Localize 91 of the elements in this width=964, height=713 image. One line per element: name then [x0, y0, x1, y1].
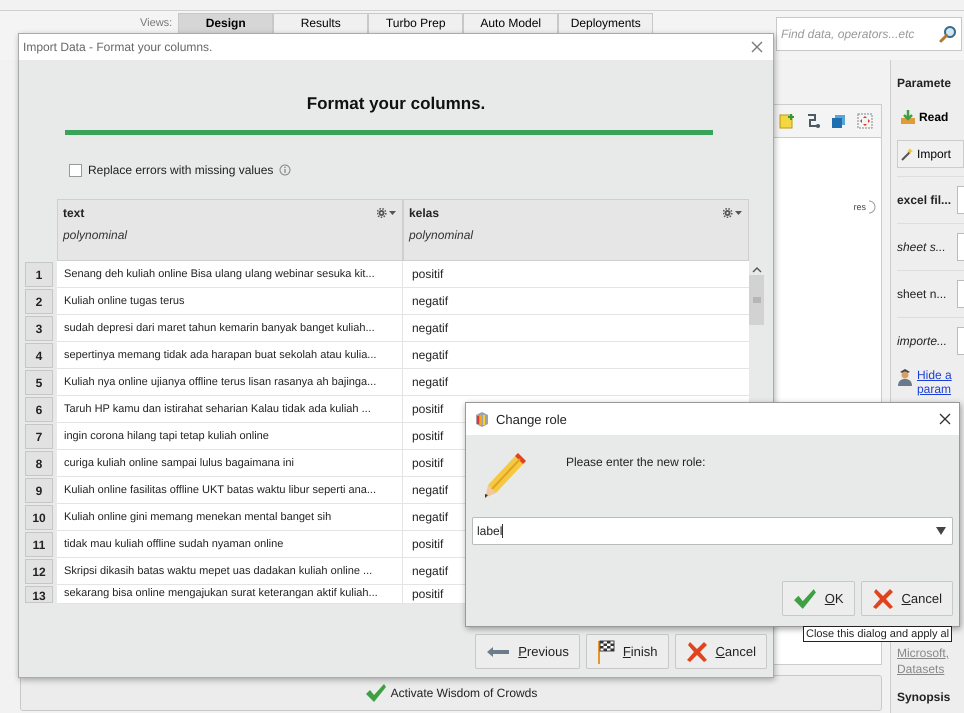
table-cell: Kuliah online gini memang menekan mental banget sih	[57, 504, 403, 531]
row-number: 10	[25, 505, 53, 530]
download-icon	[900, 109, 916, 125]
wisdom-label: Activate Wisdom of Crowds	[390, 686, 538, 700]
table-cell: Taruh HP kamu dan istirahat seharian Kalau tidak ada kuliah ...	[57, 396, 403, 423]
row-number: 3	[25, 316, 53, 341]
table-cell: sekarang bisa online mengajukan surat keterangan aktif kuliah...	[57, 585, 403, 604]
panel-title: Paramete	[897, 76, 952, 90]
wizard-button[interactable]: Previous	[475, 634, 580, 669]
views-label: Views:	[140, 17, 172, 29]
scroll-up-icon[interactable]	[750, 265, 764, 275]
dialog-button[interactable]: OK	[782, 581, 855, 616]
column-header[interactable]: kelas polynominal	[403, 199, 749, 261]
route-icon[interactable]	[805, 113, 821, 129]
wisdom-bar[interactable]: Activate Wisdom of Crowds	[20, 675, 882, 711]
gear-icon[interactable]	[377, 208, 397, 218]
section-heading: Synopsis	[897, 690, 952, 704]
table-cell: tidak mau kuliah offline sudah nyaman online	[57, 531, 403, 558]
cubes-icon[interactable]	[831, 113, 847, 129]
row-number: 12	[25, 559, 53, 584]
checkbox[interactable]	[69, 164, 82, 176]
cross-icon	[686, 640, 708, 662]
row-number: 8	[25, 451, 53, 476]
wizard-button[interactable]: Cancel	[674, 634, 767, 669]
input-field[interactable]	[957, 186, 964, 214]
table-cell: positif	[403, 261, 749, 288]
flag-icon	[596, 640, 615, 664]
dropdown-icon[interactable]	[936, 527, 946, 535]
search-field[interactable]: Find data, operators...etc	[776, 17, 962, 51]
row-number: 9	[25, 478, 53, 503]
parameter-label: sheet s...	[897, 240, 946, 254]
check-icon	[364, 683, 387, 703]
parameter-label: excel fil...	[897, 193, 952, 207]
info-icon	[279, 164, 292, 176]
table-cell: Kuliah online fasilitas offline UKT batas waktu libur seperti ana...	[57, 477, 403, 504]
input-field[interactable]	[957, 233, 964, 261]
row-number: 5	[25, 370, 53, 395]
table-cell: Kuliah nya online ujianya offline terus lisan rasanya ah bajinga...	[57, 369, 403, 396]
check-icon	[792, 588, 817, 610]
expert-link[interactable]: param	[917, 382, 952, 396]
column-header[interactable]: text polynominal	[57, 199, 403, 261]
row-number: 1	[25, 262, 53, 287]
dialog-button[interactable]: Cancel	[860, 581, 953, 616]
gear-icon[interactable]	[723, 208, 743, 218]
input-field[interactable]	[957, 280, 964, 308]
row-number: 11	[25, 532, 53, 557]
app-logo-icon	[474, 411, 490, 427]
operator-button[interactable]: Import	[897, 140, 964, 168]
arrow-icon	[486, 646, 510, 658]
port-label: res	[853, 202, 866, 212]
fit-view-icon[interactable]	[857, 113, 873, 129]
table-cell: Skripsi dikasih batas waktu mepet uas dadakan kuliah online ...	[57, 558, 403, 585]
parameter-label: sheet n...	[897, 287, 946, 301]
dialog-title: Import Data - Format your columns.	[23, 40, 212, 54]
table-cell: curiga kuliah online sampai lulus bagaimana ini	[57, 450, 403, 477]
parameter-label: importe...	[897, 334, 948, 348]
row-number: 6	[25, 397, 53, 422]
wizard-button[interactable]: Finish	[586, 634, 669, 669]
row-number: 2	[25, 289, 53, 314]
operator-button[interactable]: Read	[897, 102, 964, 132]
add-note-icon[interactable]	[779, 113, 795, 129]
table-cell: negatif	[403, 288, 749, 315]
prompt-text: Please enter the new role:	[566, 455, 706, 469]
wand-icon	[900, 147, 914, 161]
tooltip: Close this dialog and apply al	[803, 626, 952, 642]
table-cell: ingin corona hilang tapi tetap kuliah online	[57, 423, 403, 450]
table-cell: sudah depresi dari maret tahun kemarin banyak banget kuliah...	[57, 315, 403, 342]
grip-icon	[752, 297, 762, 303]
table-cell: sepertinya memang tidak ada harapan buat sekolah atau kulia...	[57, 342, 403, 369]
person-icon	[897, 368, 913, 386]
row-number: 7	[25, 424, 53, 449]
table-cell: negatif	[403, 342, 749, 369]
row-number: 13	[25, 586, 53, 603]
column-type: polynominal	[63, 228, 128, 242]
cross-icon	[872, 588, 894, 610]
column-name: text	[63, 206, 84, 220]
search-icon[interactable]	[939, 25, 957, 43]
input-field[interactable]	[957, 327, 964, 355]
step-heading: Format your columns.	[306, 94, 486, 114]
table-cell: negatif	[403, 315, 749, 342]
column-type: polynominal	[409, 228, 474, 242]
table-cell: negatif	[403, 369, 749, 396]
scrollbar-thumb[interactable]	[749, 275, 764, 325]
table-cell: Senang deh kuliah online Bisa ulang ulang webinar sesuka kit...	[57, 261, 403, 288]
close-icon[interactable]	[939, 413, 951, 425]
table-cell: Kuliah online tugas terus	[57, 288, 403, 315]
role-combo-box[interactable]: label	[472, 517, 953, 545]
checkbox-label: Replace errors with missing values	[88, 163, 274, 177]
row-number: 4	[25, 343, 53, 368]
expert-link[interactable]: Hide a	[917, 368, 952, 382]
column-name: kelas	[409, 206, 440, 220]
